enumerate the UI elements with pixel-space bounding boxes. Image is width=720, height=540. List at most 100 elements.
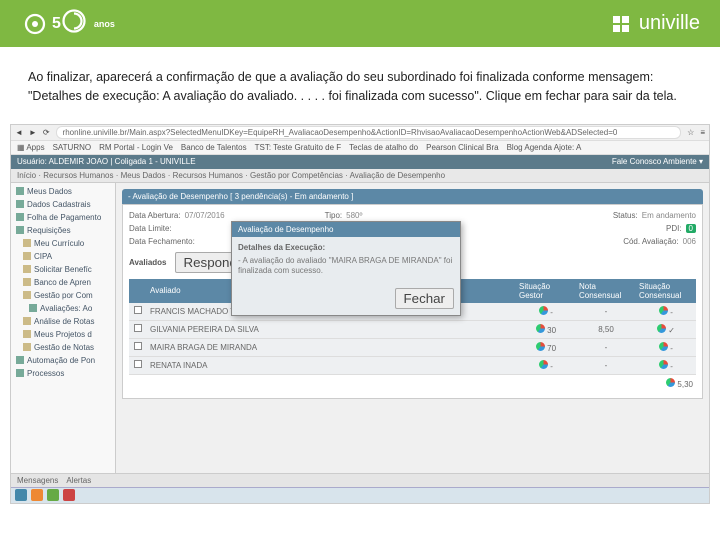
table-row[interactable]: MAIRA BRAGA DE MIRANDA 70- - bbox=[129, 338, 696, 356]
sidebar-item[interactable]: Meu Currículo bbox=[13, 237, 113, 250]
modal-subtitle: Detalhes da Execução: bbox=[238, 243, 454, 252]
cell-nota: 8,50 bbox=[576, 320, 636, 338]
folder-icon bbox=[23, 278, 31, 286]
sidebar-item[interactable]: CIPA bbox=[13, 250, 113, 263]
sidebar-label: Meus Projetos d bbox=[34, 330, 92, 339]
table-row[interactable]: RENATA INADA -- - bbox=[129, 356, 696, 374]
label: Data Limite: bbox=[129, 224, 172, 233]
confirmation-modal: Avaliação de Desempenho Detalhes da Exec… bbox=[231, 221, 461, 317]
close-button[interactable]: Fechar bbox=[395, 288, 454, 309]
label: Data Abertura: bbox=[129, 211, 181, 220]
cell-sc: ✓ bbox=[636, 320, 696, 338]
tab-alertas[interactable]: Alertas bbox=[66, 476, 91, 485]
sidebar-label: Banco de Apren bbox=[34, 278, 91, 287]
col-nota: Nota Consensual bbox=[576, 279, 636, 303]
url-bar[interactable]: rhonline.univille.br/Main.aspx?SelectedM… bbox=[56, 126, 682, 139]
folder-icon bbox=[23, 343, 31, 351]
cell-sg: - bbox=[516, 303, 576, 321]
tab-mensagens[interactable]: Mensagens bbox=[17, 476, 58, 485]
sidebar-label: Requisições bbox=[27, 226, 71, 235]
col-sc: Situação Consensual bbox=[636, 279, 696, 303]
bookmark-item[interactable]: Teclas de atalho do bbox=[349, 143, 418, 152]
sidebar-label: Folha de Pagamento bbox=[27, 213, 101, 222]
col-sg: Situação Gestor bbox=[516, 279, 576, 303]
checkbox[interactable] bbox=[134, 324, 142, 332]
bookmark-item[interactable]: RM Portal - Login Ve bbox=[99, 143, 173, 152]
task-icon[interactable] bbox=[15, 489, 27, 501]
pie-icon bbox=[666, 378, 675, 387]
folder-icon bbox=[23, 330, 31, 338]
user-info: Usuário: ALDEMIR JOAO | Coligada 1 - UNI… bbox=[17, 157, 196, 166]
folder-icon bbox=[23, 252, 31, 260]
sidebar-label: Solicitar Benefíc bbox=[34, 265, 92, 274]
cell-name: GILVANIA PEREIRA DA SILVA bbox=[147, 320, 516, 338]
modal-title: Avaliação de Desempenho bbox=[232, 222, 460, 237]
bookmark-item[interactable]: SATURNO bbox=[53, 143, 92, 152]
task-icon[interactable] bbox=[47, 489, 59, 501]
sidebar-item[interactable]: Gestão de Notas bbox=[13, 341, 113, 354]
folder-icon bbox=[23, 239, 31, 247]
sidebar-item[interactable]: Análise de Rotas bbox=[13, 315, 113, 328]
value: 07/07/2016 bbox=[185, 211, 225, 220]
nav-fwd-icon[interactable]: ► bbox=[29, 128, 37, 137]
pie-icon bbox=[539, 360, 548, 369]
sidebar-label: Automação de Pon bbox=[27, 356, 95, 365]
nav-back-icon[interactable]: ◄ bbox=[15, 128, 23, 137]
apps-icon[interactable]: ▦ Apps bbox=[17, 143, 45, 152]
value: 580º bbox=[346, 211, 362, 220]
bottom-tabs: Mensagens Alertas bbox=[11, 473, 709, 487]
bookmark-item[interactable]: Banco de Talentos bbox=[181, 143, 247, 152]
cell-sg: - bbox=[516, 356, 576, 374]
sidebar-item[interactable]: Requisições bbox=[13, 224, 113, 237]
reload-icon[interactable]: ⟳ bbox=[43, 128, 50, 137]
sidebar-item[interactable]: Meus Projetos d bbox=[13, 328, 113, 341]
sidebar-item[interactable]: Banco de Apren bbox=[13, 276, 113, 289]
sidebar-label: Processos bbox=[27, 369, 64, 378]
sidebar-label: CIPA bbox=[34, 252, 52, 261]
header-right[interactable]: Fale Conosco Ambiente ▾ bbox=[612, 157, 703, 166]
folder-icon bbox=[29, 304, 37, 312]
sidebar-label: Dados Cadastrais bbox=[27, 200, 91, 209]
sidebar-item[interactable]: Avaliações: Ao bbox=[13, 302, 113, 315]
star-icon[interactable]: ☆ bbox=[687, 128, 694, 137]
cell-sc: - bbox=[636, 338, 696, 356]
sidebar-item[interactable]: Gestão por Com bbox=[13, 289, 113, 302]
folder-icon bbox=[23, 291, 31, 299]
cell-nota: - bbox=[576, 303, 636, 321]
app-header: Usuário: ALDEMIR JOAO | Coligada 1 - UNI… bbox=[11, 155, 709, 169]
sidebar-item[interactable]: Processos bbox=[13, 367, 113, 380]
menu-icon[interactable]: ≡ bbox=[700, 128, 705, 137]
task-icon[interactable] bbox=[63, 489, 75, 501]
folder-icon bbox=[23, 317, 31, 325]
sidebar-label: Gestão de Notas bbox=[34, 343, 94, 352]
sidebar-item[interactable]: Folha de Pagamento bbox=[13, 211, 113, 224]
table-row[interactable]: GILVANIA PEREIRA DA SILVA 308,50 ✓ bbox=[129, 320, 696, 338]
bookmark-item[interactable]: Pearson Clinical Bra bbox=[426, 143, 498, 152]
sidebar-item[interactable]: Meus Dados bbox=[13, 185, 113, 198]
task-icon[interactable] bbox=[31, 489, 43, 501]
bookmark-item[interactable]: TST: Teste Gratuito de F bbox=[255, 143, 342, 152]
sidebar-item[interactable]: Automação de Pon bbox=[13, 354, 113, 367]
instruction-text: Ao finalizar, aparecerá a confirmação de… bbox=[0, 50, 720, 124]
pie-icon bbox=[539, 306, 548, 315]
univille-logo: univille bbox=[609, 12, 700, 36]
cell-name: MAIRA BRAGA DE MIRANDA bbox=[147, 338, 516, 356]
sidebar-item[interactable]: Dados Cadastrais bbox=[13, 198, 113, 211]
sidebar-label: Avaliações: Ao bbox=[40, 304, 92, 313]
folder-icon bbox=[16, 356, 24, 364]
value: Em andamento bbox=[642, 211, 696, 220]
label: Tipo: bbox=[325, 211, 343, 220]
checkbox[interactable] bbox=[134, 342, 142, 350]
cell-sg: 70 bbox=[516, 338, 576, 356]
bookmark-item[interactable]: Blog Agenda Ajote: A bbox=[507, 143, 582, 152]
browser-toolbar: ◄ ► ⟳ rhonline.univille.br/Main.aspx?Sel… bbox=[11, 125, 709, 141]
folder-icon bbox=[16, 226, 24, 234]
checkbox[interactable] bbox=[134, 360, 142, 368]
pie-icon bbox=[659, 306, 668, 315]
pie-icon bbox=[657, 324, 666, 333]
sidebar-item[interactable]: Solicitar Benefíc bbox=[13, 263, 113, 276]
cell-nota: - bbox=[576, 356, 636, 374]
folder-icon bbox=[23, 265, 31, 273]
checkbox[interactable] bbox=[134, 306, 142, 314]
cell-name: RENATA INADA bbox=[147, 356, 516, 374]
